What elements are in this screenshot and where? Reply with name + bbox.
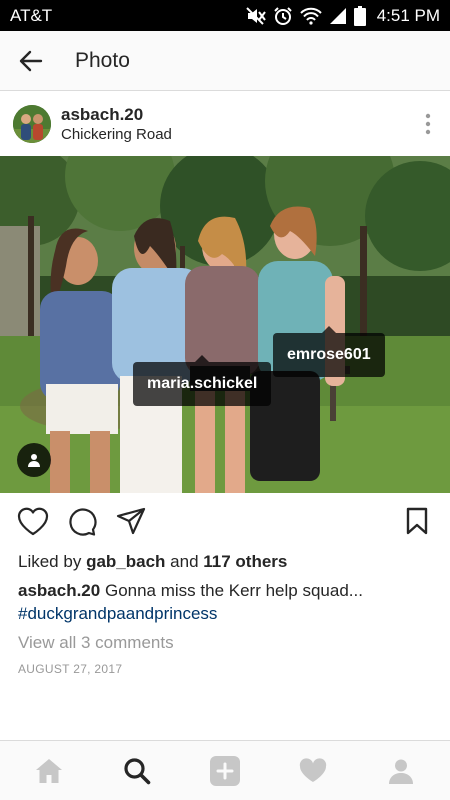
share-icon	[116, 507, 146, 535]
post-user-block: asbach.20 Chickering Road	[61, 104, 172, 144]
heart-icon	[17, 507, 49, 536]
nav-activity[interactable]	[283, 741, 343, 800]
page-title: Photo	[75, 48, 130, 72]
wifi-icon	[299, 7, 322, 25]
photo-tag-maria-schickel[interactable]: maria.schickel	[133, 355, 272, 406]
likes-line: Liked by gab_bach and 117 others	[18, 552, 287, 572]
signal-icon	[329, 7, 347, 25]
comment-button[interactable]	[65, 504, 99, 538]
vertical-dots-icon	[425, 113, 431, 135]
post-actions	[0, 493, 450, 549]
post-location[interactable]: Chickering Road	[61, 125, 172, 144]
liked-by-user[interactable]: gab_bach	[86, 552, 165, 571]
alarm-icon	[273, 6, 293, 26]
post-caption: asbach.20 Gonna miss the Kerr help squad…	[18, 579, 438, 625]
tagged-users-button[interactable]	[17, 443, 51, 477]
mute-icon	[245, 6, 266, 25]
bottom-nav	[0, 740, 450, 800]
avatar[interactable]	[13, 105, 51, 143]
activity-heart-icon	[299, 757, 327, 782]
carrier-label: AT&T	[10, 5, 53, 25]
liked-by-prefix: Liked by	[18, 552, 82, 571]
profile-icon	[389, 759, 413, 784]
home-icon	[36, 758, 62, 783]
nav-home[interactable]	[19, 741, 79, 800]
more-options-button[interactable]	[406, 102, 450, 146]
post-username[interactable]: asbach.20	[61, 104, 172, 125]
back-button[interactable]	[0, 31, 62, 91]
liked-by-others[interactable]: 117 others	[203, 552, 287, 571]
caption-username[interactable]: asbach.20	[18, 581, 100, 600]
add-icon	[210, 755, 240, 786]
nav-search[interactable]	[107, 741, 167, 800]
share-button[interactable]	[114, 504, 148, 538]
arrow-left-icon	[19, 50, 43, 71]
nav-add[interactable]	[195, 741, 255, 800]
bookmark-icon	[406, 507, 428, 535]
battery-icon	[353, 5, 366, 26]
post-date: AUGUST 27, 2017	[18, 662, 123, 676]
post-header: asbach.20 Chickering Road	[0, 92, 450, 156]
view-comments-link[interactable]: View all 3 comments	[18, 633, 174, 653]
save-button[interactable]	[400, 504, 434, 538]
comment-icon	[69, 508, 97, 536]
photo-tag-emrose601[interactable]: emrose601	[273, 326, 385, 377]
app-header: Photo	[0, 31, 450, 91]
like-button[interactable]	[16, 504, 50, 538]
post-photo[interactable]	[0, 156, 450, 493]
nav-profile[interactable]	[371, 741, 431, 800]
status-icons: 4:51 PM	[245, 5, 440, 26]
caption-text: Gonna miss the Kerr help squad...	[104, 581, 363, 600]
search-icon	[124, 757, 151, 784]
clock: 4:51 PM	[376, 5, 440, 25]
photo-image	[0, 156, 450, 493]
person-tag-icon	[28, 454, 40, 467]
liked-by-and: and	[170, 552, 199, 571]
status-bar: AT&T 4:51 PM	[0, 0, 450, 31]
caption-hashtag[interactable]: #duckgrandpaandprincess	[18, 604, 217, 623]
